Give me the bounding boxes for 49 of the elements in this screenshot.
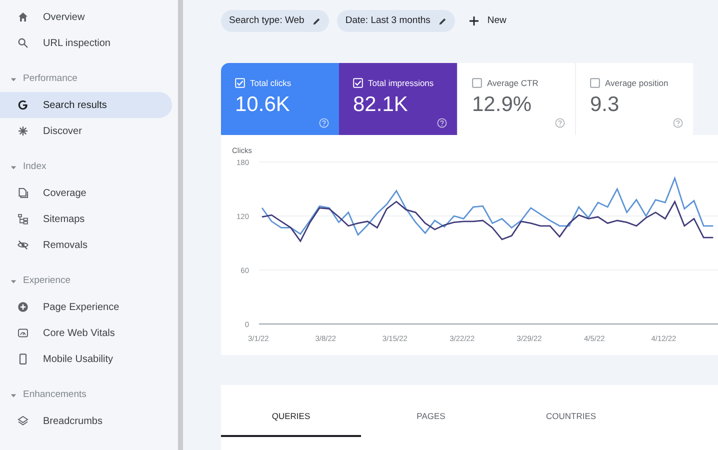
plus-icon	[469, 16, 480, 26]
sitemap-icon	[17, 213, 29, 225]
home-icon	[17, 11, 29, 23]
sidebar-item[interactable]: Discover	[0, 118, 172, 144]
metric-value: 82.1K	[353, 92, 409, 118]
caret-icon	[10, 392, 17, 398]
pages-icon	[17, 187, 29, 199]
filter-chip[interactable]: Date: Last 3 months	[337, 10, 456, 32]
plus-circle-icon	[17, 301, 29, 313]
checkbox[interactable]	[472, 78, 482, 88]
tab[interactable]: QUERIES	[221, 397, 361, 437]
asterisk-icon	[17, 125, 29, 137]
tab[interactable]: PAGES	[361, 397, 501, 437]
caret-icon	[10, 278, 17, 284]
sidebar-item[interactable]: Page Experience	[0, 294, 172, 320]
eye-off-icon	[17, 239, 29, 251]
metric-card[interactable]: Average position 9.3	[575, 63, 693, 135]
metric-label: Total clicks	[250, 77, 292, 90]
metric-card[interactable]: Average CTR 12.9%	[457, 63, 575, 135]
metric-value: 10.6K	[235, 92, 291, 118]
caret-icon	[10, 164, 17, 170]
help-icon[interactable]	[673, 118, 683, 128]
sidebar-item[interactable]: URL inspection	[0, 30, 172, 56]
pencil-icon	[438, 16, 448, 26]
phone-icon	[17, 353, 29, 365]
google-g-icon	[17, 99, 29, 111]
metric-value: 9.3	[590, 92, 620, 118]
tab[interactable]: COUNTRIES	[501, 397, 641, 437]
checkbox[interactable]	[590, 78, 600, 88]
layers-icon	[17, 415, 29, 427]
pencil-icon	[312, 16, 322, 26]
help-icon[interactable]	[555, 118, 565, 128]
new-filter-button[interactable]: New	[463, 10, 512, 32]
metric-value: 12.9%	[472, 92, 533, 118]
metric-label: Average position	[605, 77, 668, 90]
filter-chip[interactable]: Search type: Web	[221, 10, 330, 32]
metric-label: Average CTR	[487, 77, 538, 90]
gauge-icon	[17, 327, 29, 339]
sidebar-item[interactable]: Removals	[0, 232, 172, 258]
search-icon	[17, 37, 29, 49]
sidebar-item[interactable]: Core Web Vitals	[0, 320, 172, 346]
sidebar-item[interactable]: Coverage	[0, 180, 172, 206]
sidebar-item[interactable]: Overview	[0, 4, 172, 30]
sidebar-item[interactable]: Mobile Usability	[0, 346, 172, 372]
caret-icon	[10, 76, 17, 82]
sidebar-item[interactable]: Breadcrumbs	[0, 408, 172, 434]
sidebar-item[interactable]: Sitemaps	[0, 206, 172, 232]
sidebar-item[interactable]: Search results	[0, 92, 172, 118]
metric-label: Total impressions	[368, 77, 434, 90]
